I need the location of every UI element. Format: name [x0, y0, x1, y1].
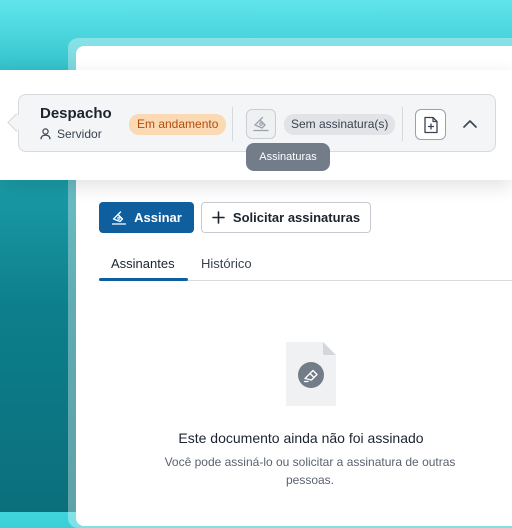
document-signature-icon: [286, 342, 336, 406]
active-tab-indicator: [99, 278, 188, 281]
empty-state-title: Este documento ainda não foi assinado: [178, 430, 424, 446]
add-document-icon: [423, 116, 438, 133]
document-role-label: Servidor: [57, 127, 102, 141]
request-signatures-label: Solicitar assinaturas: [232, 210, 361, 225]
plus-icon: [212, 211, 225, 224]
sign-button-label: Assinar: [134, 210, 182, 225]
request-signatures-button[interactable]: Solicitar assinaturas: [201, 202, 371, 233]
document-role: Servidor: [40, 127, 102, 141]
signatures-button[interactable]: [246, 109, 276, 139]
divider: [232, 107, 233, 141]
add-document-button[interactable]: [415, 109, 446, 140]
signature-pen-icon: [253, 116, 269, 132]
empty-state-subtitle: Você pode assiná-lo ou solicitar a assin…: [164, 455, 456, 487]
tab-historico[interactable]: Histórico: [201, 256, 252, 271]
sign-button[interactable]: Assinar: [99, 202, 194, 233]
status-badge: Em andamento: [129, 114, 227, 135]
signature-pen-icon: [111, 210, 127, 225]
signature-count-badge: Sem assinatura(s): [284, 114, 396, 135]
chevron-up-icon: [463, 120, 477, 128]
collapse-button[interactable]: [458, 112, 482, 136]
document-title: Despacho: [40, 105, 112, 122]
tab-assinantes[interactable]: Assinantes: [111, 256, 175, 271]
user-icon: [40, 128, 51, 140]
divider: [402, 107, 403, 141]
signatures-tooltip: Assinaturas: [246, 143, 330, 171]
